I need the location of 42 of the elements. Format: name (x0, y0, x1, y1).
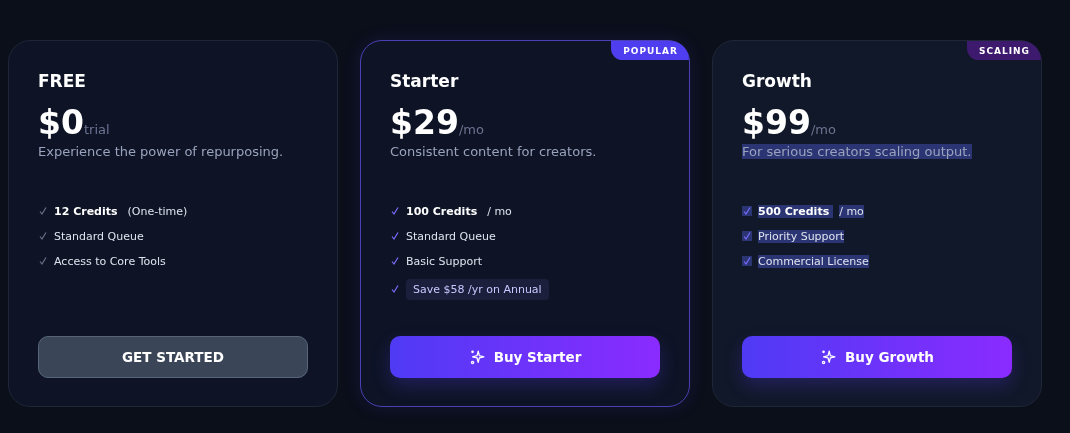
plan-badge: SCALING (966, 41, 1041, 60)
feature-text: 500 Credits (758, 204, 834, 218)
plan-name: FREE (38, 71, 86, 91)
check-icon (390, 256, 400, 266)
plan-button[interactable]: GET STARTED (38, 336, 308, 378)
check-icon (390, 284, 400, 294)
plan-button[interactable]: Buy Growth (742, 336, 1012, 378)
check-icon (38, 256, 48, 266)
sparkle-icon (820, 348, 837, 366)
plan-button[interactable]: Buy Starter (390, 336, 660, 378)
feature-text: (One-time) (127, 204, 188, 218)
feature-text: Basic Support (406, 254, 483, 268)
check-icon (38, 231, 48, 241)
sparkle-icon (468, 348, 486, 366)
plan-price: $29 (390, 103, 459, 142)
feature-text: Access to Core Tools (54, 254, 166, 268)
offer-tag: Save $58 /yr on Annual (406, 278, 549, 300)
feature-text: Commercial License (758, 254, 869, 268)
check-icon (742, 256, 752, 266)
plan-price: $0 (38, 103, 84, 142)
feature-text: 12 Credits (54, 204, 119, 218)
plan-description: Consistent content for creators. (390, 144, 597, 159)
check-icon (390, 206, 400, 216)
check-icon (38, 206, 48, 216)
feature-text: Standard Queue (406, 229, 496, 243)
check-icon (390, 231, 400, 241)
check-icon (742, 206, 752, 216)
plan-name: Starter (390, 71, 459, 91)
feature-text: Priority Support (758, 229, 845, 243)
plan-price: $99 (742, 103, 811, 142)
price-period: /mo (458, 122, 484, 137)
feature-text: / mo (487, 204, 512, 218)
price-period: trial (83, 122, 110, 137)
plan-badge: POPULAR (611, 41, 689, 60)
plan-description: Experience the power of repurposing. (38, 144, 284, 159)
check-icon (742, 231, 752, 241)
feature-text: Standard Queue (54, 229, 144, 243)
plan-name: Growth (742, 71, 812, 91)
feature-text: 100 Credits (406, 204, 479, 218)
feature-text: / mo (839, 204, 864, 218)
price-period: /mo (810, 122, 836, 137)
plan-description: For serious creators scaling output. (742, 144, 972, 159)
